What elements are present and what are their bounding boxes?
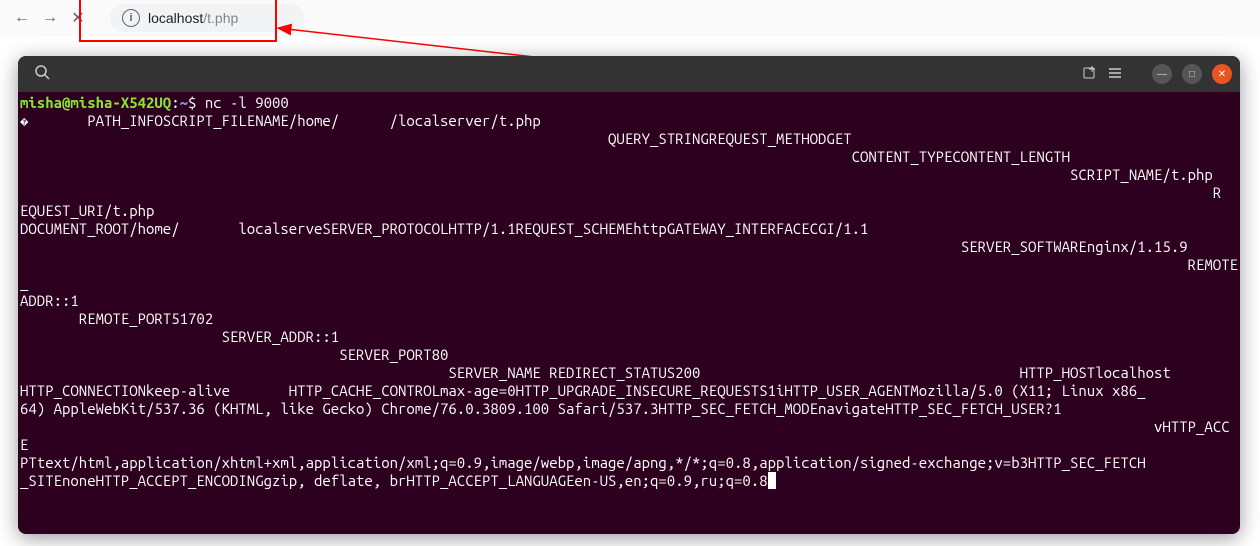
site-info-icon[interactable]: i xyxy=(122,9,140,27)
new-tab-icon[interactable] xyxy=(1082,65,1098,84)
terminal-window: — □ ✕ misha@misha-X542UQ:~$ nc -l 9000 �… xyxy=(18,56,1240,534)
browser-toolbar: ← → ✕ i localhost/t.php xyxy=(0,0,1260,37)
maximize-button[interactable]: □ xyxy=(1182,64,1202,84)
prompt-user: misha@misha-X542UQ xyxy=(20,94,171,111)
minimize-button[interactable]: — xyxy=(1152,64,1172,84)
menu-icon[interactable] xyxy=(1108,66,1122,83)
stop-button[interactable]: ✕ xyxy=(66,6,90,30)
forward-button[interactable]: → xyxy=(38,6,62,30)
terminal-titlebar[interactable]: — □ ✕ xyxy=(18,56,1240,92)
url-host: localhost xyxy=(148,10,203,26)
url-path: /t.php xyxy=(203,10,238,26)
terminal-body[interactable]: misha@misha-X542UQ:~$ nc -l 9000 � PATH_… xyxy=(18,92,1240,534)
prompt-dollar: $ xyxy=(188,94,196,111)
prompt-path: ~ xyxy=(180,94,188,111)
address-bar[interactable]: i localhost/t.php xyxy=(110,4,304,32)
cursor xyxy=(768,472,776,489)
prompt-sep: : xyxy=(171,94,179,111)
back-button[interactable]: ← xyxy=(10,6,34,30)
close-button[interactable]: ✕ xyxy=(1212,64,1232,84)
command-text: nc -l 9000 xyxy=(205,94,289,111)
terminal-output: � PATH_INFOSCRIPT_FILENAME/home/ /locals… xyxy=(20,112,1238,489)
search-icon[interactable] xyxy=(34,64,50,85)
